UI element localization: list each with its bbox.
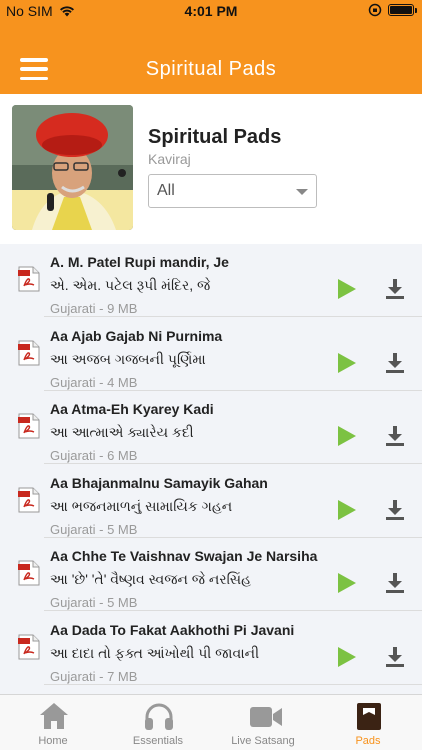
orientation-lock-icon [368,3,382,17]
pad-subtitle: આ આત્માએ ક્યારેય કદી [50,424,194,440]
tab-label: Pads [355,735,381,747]
play-icon[interactable] [335,352,357,374]
pad-meta: Gujarati - 6 MB [50,448,138,463]
pad-subtitle: આ 'છે' 'તે' વૈષ્ણવ સ્વજન જે નરસિંહ [50,571,252,587]
pad-title: Aa Dada To Fakat Aakhothi Pi Javani [50,621,295,638]
status-right [368,3,417,17]
download-icon[interactable] [384,425,406,447]
pdf-icon [18,487,40,512]
download-icon[interactable] [384,646,406,668]
album-header: Spiritual Pads Kaviraj All [0,94,422,244]
pdf-icon [18,560,40,586]
nav-bar: Spiritual Pads [0,22,422,94]
play-icon[interactable] [335,499,357,521]
download-icon[interactable] [384,572,406,594]
tab-label: Live Satsang [231,735,295,747]
page-title: Spiritual Pads [145,58,277,80]
battery-icon [388,4,417,16]
video-camera-icon [250,707,282,727]
tab-pads[interactable]: Pads [318,695,418,750]
pad-meta: Gujarati - 5 MB [50,595,138,610]
tab-label: Essentials [132,735,184,747]
chevron-down-icon [296,189,308,195]
pdf-icon [18,413,40,439]
play-icon[interactable] [335,278,357,300]
pad-meta: Gujarati - 5 MB [50,521,138,537]
status-time: 4:01 PM [184,3,238,19]
pad-meta: Gujarati - 9 MB [50,301,138,316]
pdf-icon [18,634,40,659]
download-icon[interactable] [384,352,406,374]
headphones-icon [145,703,173,730]
play-icon[interactable] [335,425,357,447]
book-icon [357,703,381,730]
list-item[interactable]: Aa Bhajanmalnu Samayik Gahan આ ભજનમાળનું … [0,465,422,538]
play-icon[interactable] [335,646,357,668]
list-item[interactable]: Aa Ajab Gajab Ni Purnima આ અજબ ગજબની પૂર્… [0,318,422,391]
tab-label: Home [38,735,68,747]
list-item[interactable]: A. M. Patel Rupi mandir, Je એ. એમ. પટેલ ર… [0,244,422,317]
tab-home[interactable]: Home [3,695,103,750]
language-filter-select[interactable]: All [148,174,317,208]
album-author: Kaviraj [148,151,191,167]
tab-live-satsang[interactable]: Live Satsang [213,695,313,750]
album-title: Spiritual Pads [148,126,282,148]
pad-subtitle: આ ભજનમાળનું સામાયિક ગહન [50,497,233,514]
pdf-icon [18,266,40,292]
play-icon[interactable] [335,572,357,594]
list-item[interactable]: Aa Atma-Eh Kyarey Kadi આ આત્માએ ક્યારેય ક… [0,391,422,464]
album-cover-image [12,105,133,230]
pad-title: A. M. Patel Rupi mandir, Je [50,254,229,270]
list-item[interactable]: Aa Chhe Te Vaishnav Swajan Je Narsiha આ '… [0,538,422,611]
pdf-icon [18,340,40,365]
home-icon [40,703,68,729]
filter-selected-value: All [157,182,175,199]
download-icon[interactable] [384,278,406,300]
pad-subtitle: આ અજબ ગજબની પૂર્ણિમા [50,350,206,367]
pad-title: Aa Chhe Te Vaishnav Swajan Je Narsiha [50,548,318,564]
pad-meta: Gujarati - 7 MB [50,668,138,684]
tab-bar: Home Essentials Live Satsang Pads [0,694,422,750]
pad-subtitle: એ. એમ. પટેલ રૂપી મંદિર, જે [50,277,211,293]
pad-list: A. M. Patel Rupi mandir, Je એ. એમ. પટેલ ર… [0,244,422,700]
list-item[interactable]: Aa Dada To Fakat Aakhothi Pi Javani આ દાદ… [0,612,422,685]
download-icon[interactable] [384,499,406,521]
pad-meta: Gujarati - 4 MB [50,374,138,390]
pad-title: Aa Ajab Gajab Ni Purnima [50,327,223,344]
row-divider [44,683,422,685]
pad-title: Aa Bhajanmalnu Samayik Gahan [50,474,268,491]
pad-title: Aa Atma-Eh Kyarey Kadi [50,401,214,417]
status-bar: No SIM 4:01 PM [0,0,422,22]
tab-essentials[interactable]: Essentials [108,695,208,750]
pad-subtitle: આ દાદા તો ફક્ત આંખોથી પી જાવાની [50,644,260,661]
